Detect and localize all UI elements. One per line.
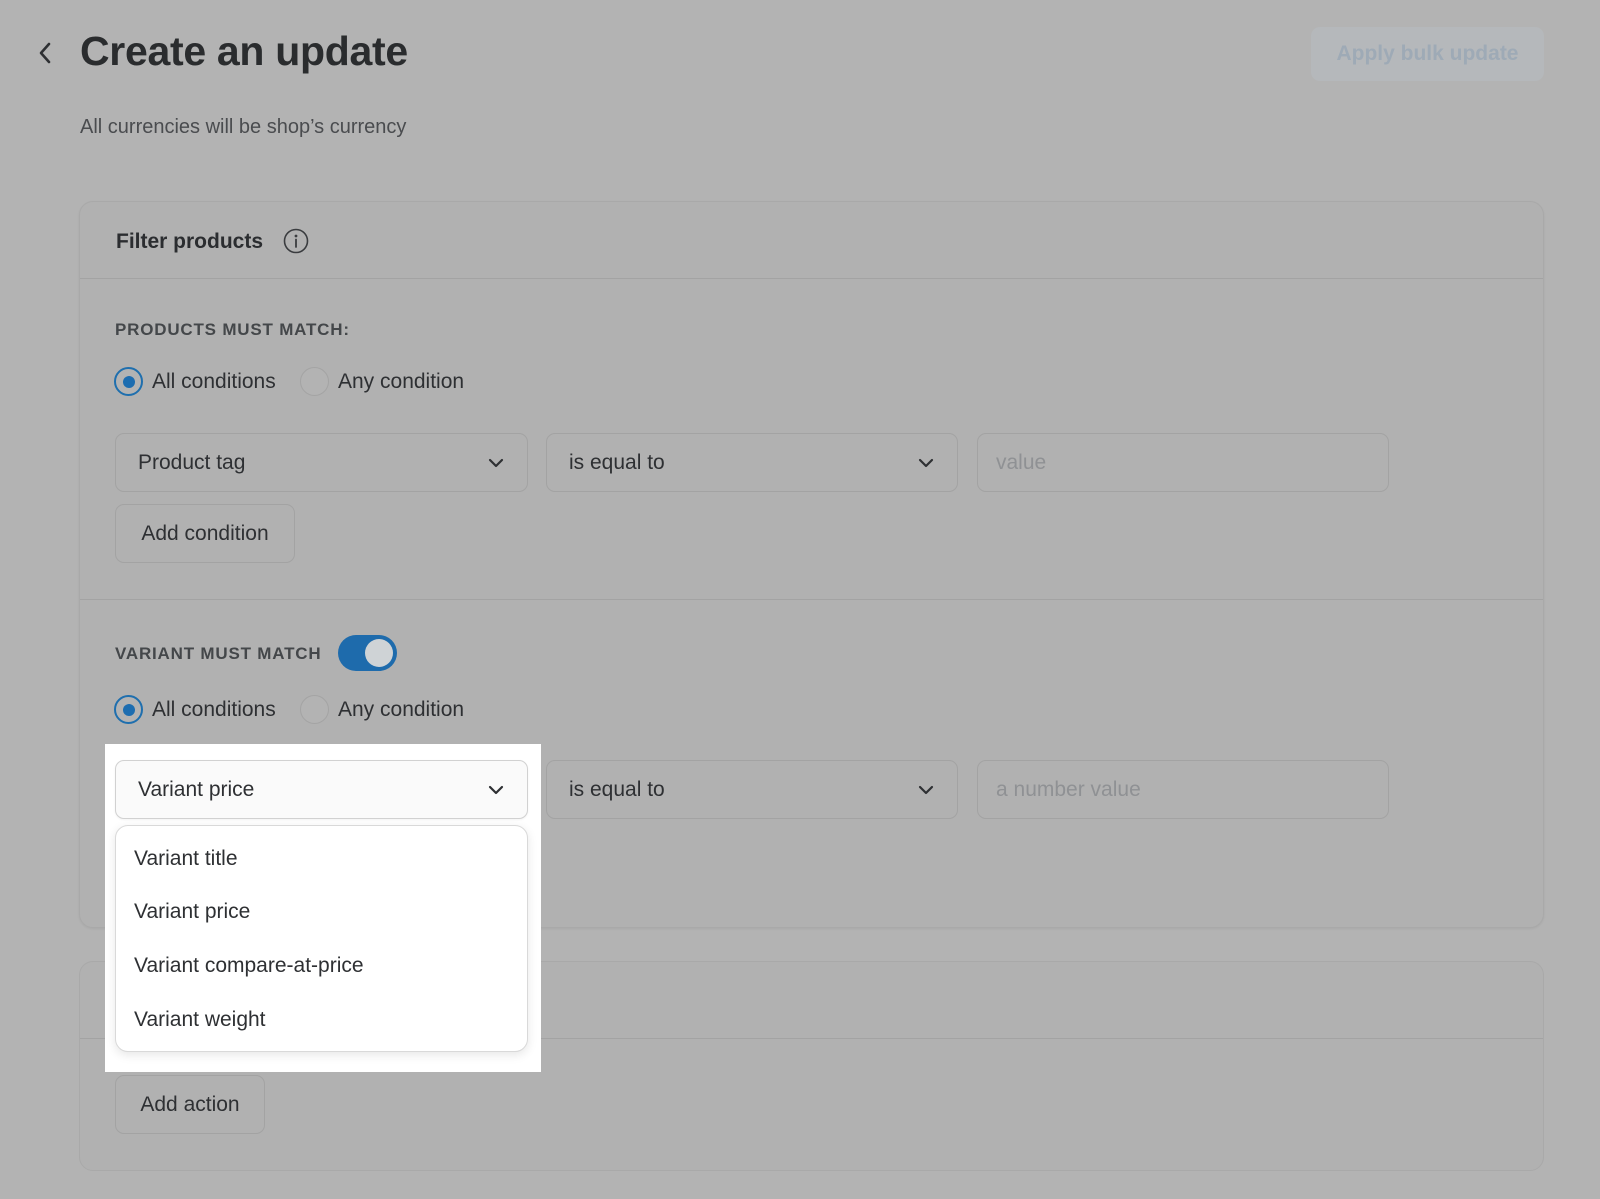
select-value: Product tag bbox=[138, 450, 246, 474]
variant-value-input[interactable]: a number value bbox=[977, 760, 1389, 819]
variant-radio-any-condition[interactable]: Any condition bbox=[300, 695, 464, 724]
product-value-input[interactable]: value bbox=[977, 433, 1389, 492]
select-value: is equal to bbox=[569, 450, 665, 474]
radio-label: All conditions bbox=[152, 697, 276, 721]
select-value: is equal to bbox=[569, 777, 665, 801]
variant-field-select[interactable]: Variant price bbox=[115, 760, 528, 819]
chevron-down-icon bbox=[488, 785, 504, 795]
dropdown-option-variant-weight[interactable]: Variant weight bbox=[134, 1008, 266, 1032]
add-action-button[interactable]: Add action bbox=[115, 1075, 265, 1134]
products-radio-any-condition[interactable]: Any condition bbox=[300, 367, 464, 396]
variant-radio-all-conditions[interactable]: All conditions bbox=[114, 695, 276, 724]
dropdown-option-variant-title[interactable]: Variant title bbox=[134, 847, 238, 871]
back-button[interactable] bbox=[30, 38, 60, 68]
chevron-down-icon bbox=[488, 458, 504, 468]
variant-operator-select[interactable]: is equal to bbox=[546, 760, 958, 819]
page-title: Create an update bbox=[80, 28, 408, 74]
product-operator-select[interactable]: is equal to bbox=[546, 433, 958, 492]
products-must-match-label: PRODUCTS MUST MATCH: bbox=[115, 320, 350, 339]
page-subtitle: All currencies will be shop’s currency bbox=[80, 116, 407, 138]
card-title: Filter products bbox=[116, 230, 264, 253]
add-condition-button[interactable]: Add condition bbox=[115, 504, 295, 563]
chevron-left-icon bbox=[39, 42, 51, 64]
radio-unchecked-indicator bbox=[300, 367, 329, 396]
radio-label: Any condition bbox=[338, 369, 465, 393]
variant-must-match-label: VARIANT MUST MATCH bbox=[115, 644, 322, 663]
product-field-select[interactable]: Product tag bbox=[115, 433, 528, 492]
variant-match-toggle[interactable] bbox=[338, 635, 397, 671]
radio-unchecked-indicator bbox=[300, 695, 329, 724]
section-divider bbox=[80, 599, 1543, 600]
card-header: Filter products bbox=[80, 202, 1543, 279]
radio-label: Any condition bbox=[338, 697, 465, 721]
products-radio-all-conditions[interactable]: All conditions bbox=[114, 367, 276, 396]
chevron-down-icon bbox=[918, 785, 934, 795]
radio-checked-indicator bbox=[114, 695, 143, 724]
radio-label: All conditions bbox=[152, 369, 276, 393]
select-value: Variant price bbox=[138, 777, 255, 801]
variant-field-dropdown-menu: Variant title Variant price Variant comp… bbox=[115, 825, 528, 1052]
dropdown-option-variant-compare-at-price[interactable]: Variant compare-at-price bbox=[134, 954, 364, 978]
apply-bulk-update-button[interactable]: Apply bulk update bbox=[1311, 27, 1544, 81]
radio-checked-indicator bbox=[114, 367, 143, 396]
toggle-knob bbox=[365, 639, 393, 667]
info-icon[interactable] bbox=[283, 228, 309, 254]
dropdown-option-variant-price[interactable]: Variant price bbox=[134, 900, 250, 924]
chevron-down-icon bbox=[918, 458, 934, 468]
